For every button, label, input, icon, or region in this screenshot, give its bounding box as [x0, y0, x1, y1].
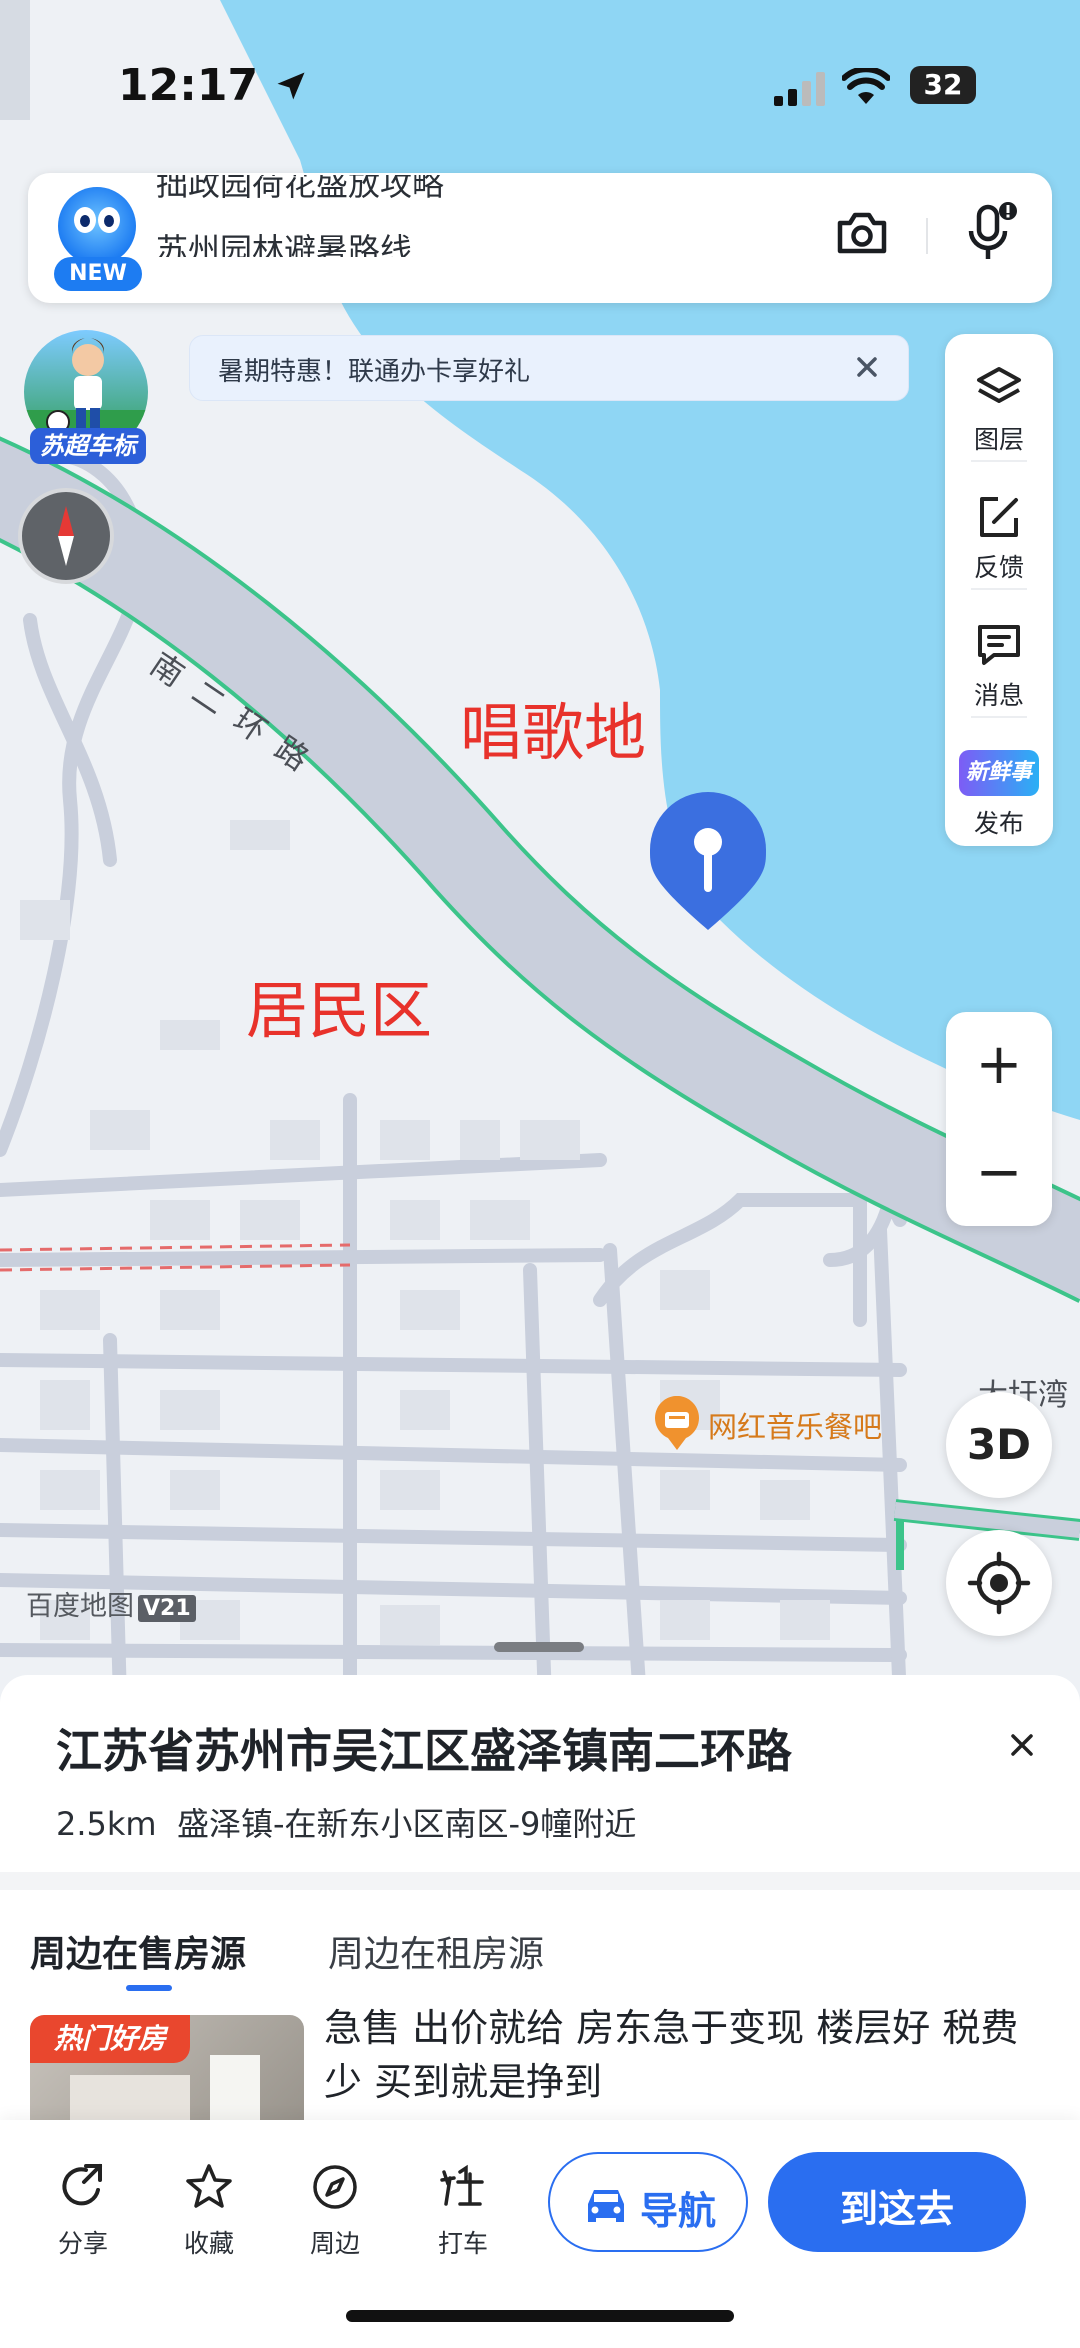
compass-button[interactable] — [18, 488, 114, 584]
nearby-label: 周边 — [309, 2229, 360, 2258]
su-super-badge[interactable]: 苏超车标 — [22, 330, 152, 464]
toolbar-layers-label: 图层 — [973, 425, 1024, 454]
search-divider — [926, 218, 928, 254]
go-here-label: 到这去 — [839, 2187, 954, 2231]
go-here-button[interactable]: 到这去 — [768, 2152, 1026, 2252]
layers-icon — [977, 367, 1021, 403]
badge-label: 苏超车标 — [30, 428, 146, 464]
edit-icon — [980, 497, 1018, 537]
buildings — [20, 820, 830, 1645]
toolbar-messages-label: 消息 — [973, 681, 1024, 710]
toolbar-divider — [971, 460, 1027, 462]
search-box[interactable]: NEW 拙政园荷花盛放攻略 苏州园林避暑路线 — [28, 173, 1052, 303]
watermark-tag: V21 — [138, 1595, 196, 1622]
compass-nearby-icon — [313, 2165, 357, 2209]
share-icon — [62, 2164, 102, 2206]
zoom-out-button[interactable]: − — [946, 1120, 1052, 1226]
camera-icon[interactable] — [834, 205, 890, 261]
share-button[interactable]: 分享 — [38, 2160, 128, 2260]
favorite-button[interactable]: 收藏 — [164, 2160, 254, 2260]
time-text: 12:17 — [118, 60, 259, 111]
cellular-signal-icon — [774, 72, 825, 106]
listing-title[interactable]: 急售 出价就给 房东急于变现 楼层好 税费少 买到就是挣到 — [324, 2001, 1044, 2109]
wifi-icon — [842, 68, 890, 104]
toolbar-divider — [971, 716, 1027, 718]
toolbar-divider — [971, 588, 1027, 590]
tab-indicator — [126, 1985, 172, 1991]
publish-art-icon: 新鲜事 — [959, 750, 1039, 796]
watermark-text: 百度地图 — [26, 1591, 134, 1622]
section-gap — [0, 1872, 1080, 1890]
status-bar: 12:17 32 — [0, 0, 1080, 170]
tab-for-rent[interactable]: 周边在租房源 — [328, 1925, 544, 1977]
close-icon[interactable] — [848, 348, 886, 386]
taxi-button[interactable]: 打车 — [418, 2160, 508, 2260]
place-near: 盛泽镇-在新东小区南区-9幢附近 — [176, 1805, 637, 1843]
toolbar-publish-label: 发布 — [973, 809, 1024, 838]
favorite-label: 收藏 — [183, 2229, 234, 2258]
toolbar-layers-button[interactable]: 图层 — [945, 340, 1053, 460]
search-suggestion-top: 拙政园荷花盛放攻略 — [156, 175, 444, 201]
taxi-label: 打车 — [437, 2229, 488, 2258]
toolbar-feedback-label: 反馈 — [973, 553, 1024, 582]
place-address: 江苏省苏州市吴江区盛泽镇南二环路 — [56, 1724, 792, 1778]
microphone-icon[interactable] — [962, 201, 1018, 263]
annotation-sing: 唱歌地 — [460, 696, 647, 769]
map-watermark: 百度地图 V21 — [26, 1584, 196, 1623]
window-photo — [210, 2055, 260, 2125]
compass-icon — [58, 506, 74, 566]
battery-indicator: 32 — [910, 66, 976, 104]
zoom-in-button[interactable]: + — [946, 1012, 1052, 1118]
hot-listing-badge: 热门好房 — [30, 2015, 190, 2063]
poi-label: 网红音乐餐吧 — [708, 1410, 883, 1444]
share-label: 分享 — [57, 2229, 108, 2258]
promo-text: 暑期特惠！联通办卡享好礼 — [218, 357, 531, 387]
close-icon[interactable] — [1000, 1723, 1044, 1767]
restaurant-icon — [655, 1396, 699, 1450]
suggestion-main-text: 苏州园林避暑路线 — [156, 231, 413, 257]
place-subline: 2.5km 盛泽镇-在新东小区南区-9幢附近 — [56, 1799, 636, 1845]
nearby-button[interactable]: 周边 — [290, 2160, 380, 2260]
3d-button[interactable]: 3D — [946, 1392, 1052, 1498]
toolbar-feedback-button[interactable]: 反馈 — [945, 468, 1053, 588]
promo-banner[interactable]: 暑期特惠！联通办卡享好礼 — [189, 335, 909, 401]
map-toolbar: 图层 反馈 消息 新鲜事 发布 — [945, 334, 1053, 846]
car-icon — [588, 2190, 624, 2222]
navigate-label: 导航 — [640, 2189, 717, 2233]
crosshair-icon — [967, 1551, 1031, 1615]
toolbar-messages-button[interactable]: 消息 — [945, 596, 1053, 716]
status-time: 12:17 — [118, 60, 309, 111]
location-arrow-icon — [277, 72, 305, 100]
new-tag: NEW — [54, 257, 142, 291]
home-indicator — [346, 2310, 734, 2322]
tab-for-sale[interactable]: 周边在售房源 — [30, 1925, 246, 1977]
annotation-residential: 居民区 — [246, 974, 433, 1047]
place-distance: 2.5km — [56, 1805, 157, 1843]
toolbar-publish-button[interactable]: 新鲜事 发布 — [945, 724, 1053, 844]
suggestion-top-text: 拙政园荷花盛放攻略 — [156, 175, 445, 201]
star-icon — [186, 2164, 232, 2208]
zoom-control: + − — [946, 1012, 1052, 1226]
taxi-icon — [440, 2164, 484, 2206]
search-suggestion[interactable]: 苏州园林避暑路线 — [156, 225, 412, 257]
navigate-button[interactable]: 导航 — [548, 2152, 748, 2252]
locate-me-button[interactable] — [946, 1530, 1052, 1636]
message-icon — [978, 625, 1020, 665]
sheet-drag-handle[interactable] — [494, 1642, 584, 1652]
assistant-logo-icon[interactable] — [58, 187, 136, 265]
